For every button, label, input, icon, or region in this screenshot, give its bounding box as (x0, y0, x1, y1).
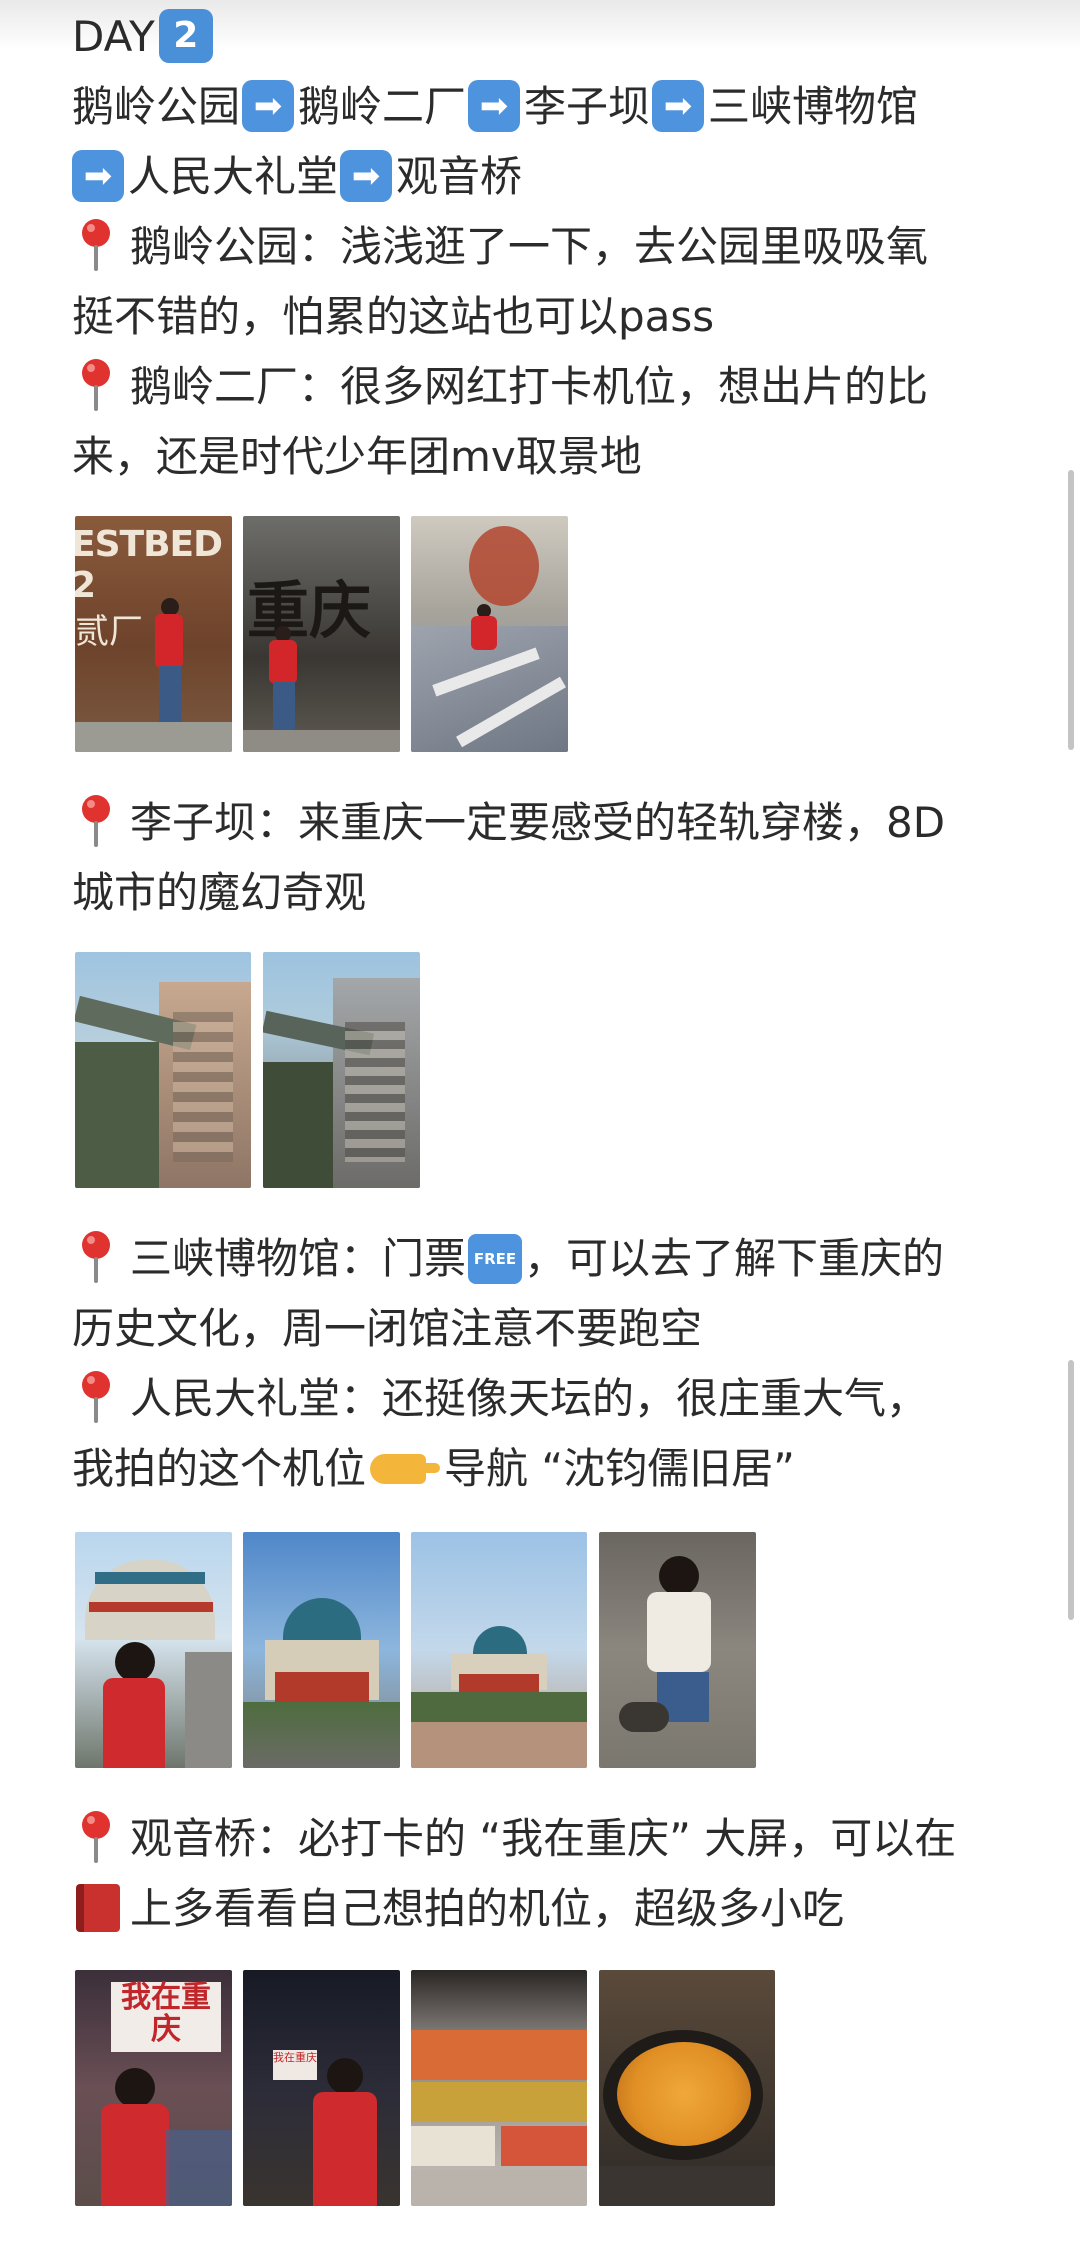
liziba-line-2: 城市的魔幻奇观 (72, 868, 367, 917)
eling-park-line-2: 挺不错的，怕累的这站也可以pass (72, 292, 715, 341)
day-heading: DAY 2 (72, 2, 217, 72)
pin-icon (76, 1229, 116, 1285)
keycap-2-icon: 2 (158, 8, 213, 63)
liziba-line-1: 李子坝：来重庆一定要感受的轻轨穿楼，8D (72, 788, 945, 858)
sanxia-line-1: 三峡博物馆：门票 FREE ，可以去了解下重庆的 (72, 1224, 944, 1294)
photo-hall-front-2[interactable] (411, 1532, 587, 1768)
photo-caption: 重庆 (247, 574, 372, 647)
free-icon: FREE (468, 1233, 523, 1284)
spot-text: 观音桥：必打卡的 “我在重庆” 大屏，可以在 (130, 1814, 957, 1863)
eling-park-line-1: 鹅岭公园：浅浅逛了一下，去公园里吸吸氧 (72, 212, 928, 282)
photo-caption: 我在重庆 (111, 1982, 221, 2052)
eling-factory-line-1: 鹅岭二厂：很多网红打卡机位，想出片的比 (72, 352, 928, 422)
photo-light-rail-2[interactable] (263, 952, 420, 1188)
photo-caption: ESTBED 2 (75, 524, 223, 606)
guanyinqiao-line-2: 上多看看自己想拍的机位，超级多小吃 (72, 1874, 844, 1944)
renmin-line-1: 人民大礼堂：还挺像天坛的，很庄重大气， (72, 1364, 928, 1434)
spot-text: 李子坝：来重庆一定要感受的轻轨穿楼，8D (130, 798, 946, 847)
route-stop: 李子坝 (524, 82, 651, 131)
spot-text: 上多看看自己想拍的机位，超级多小吃 (130, 1884, 845, 1933)
spot-text: ，可以去了解下重庆的 (524, 1234, 945, 1283)
spot-text: 导航 “沈钧儒旧居” (444, 1444, 795, 1493)
guanyinqiao-line-1: 观音桥：必打卡的 “我在重庆” 大屏，可以在 (72, 1804, 956, 1874)
scrollbar-thumb[interactable] (1068, 470, 1074, 750)
pin-icon (76, 793, 116, 849)
route-stop: 观音桥 (396, 152, 523, 201)
photo-light-rail-1[interactable] (75, 952, 251, 1188)
day-label: DAY (72, 12, 155, 61)
pin-icon (76, 217, 116, 273)
arrow-right-icon: ➡ (652, 79, 705, 132)
arrow-right-icon: ➡ (340, 149, 393, 202)
sanxia-line-2: 历史文化，周一闭馆注意不要跑空 (72, 1304, 703, 1353)
book-icon (76, 1883, 120, 1932)
photo-chongqing-wall[interactable]: 重庆 (243, 516, 400, 752)
route-stop: 三峡博物馆 (708, 82, 919, 131)
photo-testbed-wall[interactable]: ESTBED 2 贰厂 (75, 516, 232, 752)
photo-night-portrait[interactable]: 我在重庆 (243, 1970, 400, 2206)
route-stop: 鹅岭公园 (72, 82, 241, 131)
arrow-right-icon: ➡ (72, 149, 124, 202)
eling-factory-line-2: 来，还是时代少年团mv取景地 (72, 432, 642, 481)
route-line-2: ➡ 人民大礼堂 ➡ 观音桥 (72, 142, 522, 212)
photo-street-stairs[interactable] (411, 516, 568, 752)
spot-text: 三峡博物馆：门票 (130, 1234, 467, 1283)
pin-icon (76, 357, 116, 413)
photo-caption: 我在重庆 (273, 2050, 317, 2080)
photo-cat-portrait[interactable] (599, 1532, 756, 1768)
pin-icon (76, 1809, 116, 1865)
spot-text: 鹅岭公园：浅浅逛了一下，去公园里吸吸氧 (130, 222, 929, 271)
route-stop: 鹅岭二厂 (298, 82, 467, 131)
photo-hall-front-1[interactable] (243, 1532, 400, 1768)
scrollbar-thumb-secondary[interactable] (1068, 1360, 1074, 1620)
spot-text: 人民大礼堂：还挺像天坛的，很庄重大气， (130, 1374, 929, 1423)
route-line-1: 鹅岭公园 ➡ 鹅岭二厂 ➡ 李子坝 ➡ 三峡博物馆 (72, 72, 918, 142)
arrow-right-icon: ➡ (468, 79, 521, 132)
pin-icon (76, 1369, 116, 1425)
pointing-hand-icon (370, 1453, 441, 1484)
spot-text: 鹅岭二厂：很多网红打卡机位，想出片的比 (130, 362, 929, 411)
renmin-line-2: 我拍的这个机位 导航 “沈钧儒旧居” (72, 1434, 795, 1504)
photo-screen-portrait[interactable]: 我在重庆 (75, 1970, 232, 2206)
photo-food-stall[interactable] (411, 1970, 587, 2206)
photo-fried-snacks[interactable] (599, 1970, 775, 2206)
photo-caption: 贰厂 (75, 612, 143, 652)
spot-text: 我拍的这个机位 (72, 1444, 367, 1493)
photo-hall-portrait[interactable] (75, 1532, 232, 1768)
arrow-right-icon: ➡ (242, 79, 295, 132)
route-stop: 人民大礼堂 (128, 152, 339, 201)
